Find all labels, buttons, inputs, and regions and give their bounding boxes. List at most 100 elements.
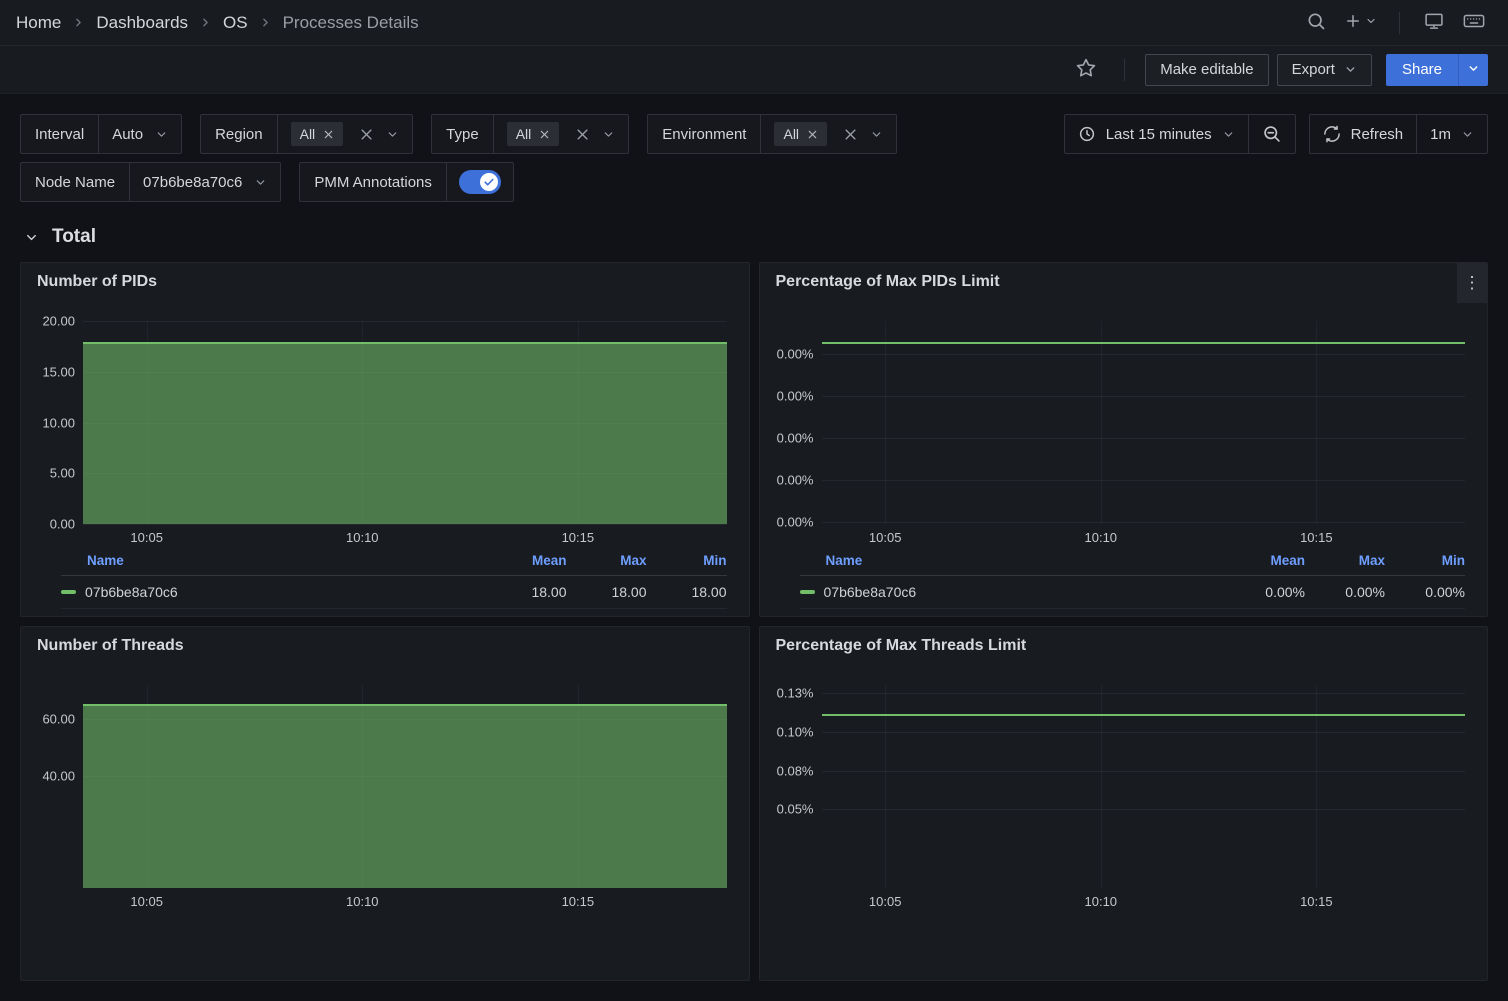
legend-value-max: 0.00%	[1305, 584, 1385, 600]
chart-plot-area[interactable]	[822, 321, 1466, 524]
close-icon[interactable]	[539, 129, 550, 140]
legend-col-mean[interactable]: Mean	[1225, 553, 1305, 568]
region-select[interactable]: All	[278, 115, 413, 153]
series-07b6be8a70c6	[822, 714, 1466, 716]
chevron-down-icon	[1365, 15, 1377, 30]
y-tick-label: 0.05%	[777, 802, 814, 817]
breadcrumb-current-page: Processes Details	[283, 13, 419, 33]
search-button[interactable]	[1298, 5, 1334, 41]
monitor-icon	[1424, 11, 1444, 34]
breadcrumb-home[interactable]: Home	[16, 13, 61, 33]
tv-mode-button[interactable]	[1416, 5, 1452, 41]
x-tick-label: 10:10	[346, 894, 379, 909]
series-07b6be8a70c6	[822, 342, 1466, 344]
kebab-icon: ⋮	[1464, 273, 1481, 293]
series-name[interactable]: 07b6be8a70c6	[85, 584, 178, 600]
panel-percentage-of-max-pids-limit: Percentage of Max PIDs Limit⋮0.00%0.00%0…	[759, 262, 1489, 617]
interval-select[interactable]: Auto	[99, 115, 181, 153]
chart-plot-area[interactable]	[83, 321, 727, 524]
y-tick-label: 0.08%	[777, 763, 814, 778]
clock-icon	[1078, 125, 1096, 143]
y-axis: 0.13%0.10%0.08%0.05%	[760, 685, 814, 888]
interval-value: Auto	[112, 126, 143, 143]
region-control: Region All	[200, 114, 413, 154]
x-tick-label: 10:15	[1300, 530, 1333, 545]
chevron-down-icon	[24, 230, 39, 245]
add-button[interactable]	[1338, 5, 1383, 41]
legend-col-min[interactable]: Min	[1385, 553, 1465, 568]
y-tick-label: 0.10%	[777, 724, 814, 739]
refresh-interval-select[interactable]: 1m	[1416, 115, 1487, 153]
environment-select[interactable]: All	[761, 115, 896, 153]
make-editable-button[interactable]: Make editable	[1145, 54, 1268, 86]
keyboard-shortcuts-button[interactable]	[1456, 5, 1492, 41]
refresh-label: Refresh	[1351, 126, 1404, 143]
panel-title[interactable]: Number of Threads	[37, 637, 184, 655]
toggle-check-icon	[480, 173, 498, 191]
close-icon[interactable]	[323, 129, 334, 140]
time-picker-group: Last 15 minutes	[1064, 114, 1296, 154]
x-tick-label: 10:10	[346, 530, 379, 545]
environment-control: Environment All	[647, 114, 897, 154]
chevron-down-icon	[1222, 128, 1235, 141]
pmm-annotations-toggle[interactable]	[459, 170, 501, 194]
series-swatch	[61, 590, 76, 594]
type-clear-button[interactable]	[575, 127, 590, 142]
region-chip-all[interactable]: All	[291, 122, 344, 146]
panel-number-of-pids: Number of PIDs20.0015.0010.005.000.0010:…	[20, 262, 750, 617]
share-dropdown-button[interactable]	[1458, 54, 1488, 86]
breadcrumb-dashboards[interactable]: Dashboards	[96, 13, 188, 33]
y-tick-label: 0.00%	[777, 472, 814, 487]
x-tick-label: 10:05	[869, 894, 902, 909]
environment-chip-all[interactable]: All	[774, 122, 827, 146]
region-clear-button[interactable]	[359, 127, 374, 142]
chevron-down-icon	[155, 128, 168, 141]
x-tick-label: 10:15	[562, 894, 595, 909]
panel-menu-button[interactable]: ⋮	[1457, 263, 1487, 303]
filters-row-2: Node Name 07b6be8a70c6 PMM Annotations	[20, 162, 1488, 202]
region-chip-label: All	[300, 126, 316, 142]
panel-title[interactable]: Number of PIDs	[37, 273, 157, 291]
pmm-annotations-label: PMM Annotations	[300, 163, 447, 201]
legend-col-mean[interactable]: Mean	[487, 553, 567, 568]
legend-col-min[interactable]: Min	[647, 553, 727, 568]
chevron-down-icon	[1461, 128, 1474, 141]
export-button[interactable]: Export	[1277, 54, 1372, 86]
node-name-select[interactable]: 07b6be8a70c6	[130, 163, 280, 201]
chart-plot-area[interactable]	[83, 685, 727, 888]
y-tick-label: 5.00	[50, 466, 75, 481]
section-row-total[interactable]: Total	[24, 226, 1488, 248]
x-tick-label: 10:10	[1084, 894, 1117, 909]
share-button-group: Share	[1386, 54, 1488, 86]
y-tick-label: 0.00%	[777, 388, 814, 403]
type-label: Type	[432, 115, 494, 153]
series-name[interactable]: 07b6be8a70c6	[824, 584, 917, 600]
legend-col-name[interactable]: Name	[800, 553, 1226, 568]
legend-col-max[interactable]: Max	[1305, 553, 1385, 568]
node-name-value: 07b6be8a70c6	[143, 174, 242, 191]
refresh-button[interactable]: Refresh	[1310, 115, 1417, 153]
favorite-button[interactable]	[1068, 52, 1104, 88]
legend-col-name[interactable]: Name	[61, 553, 487, 568]
type-select[interactable]: All	[494, 115, 629, 153]
legend-col-max[interactable]: Max	[567, 553, 647, 568]
environment-clear-button[interactable]	[843, 127, 858, 142]
close-icon[interactable]	[807, 129, 818, 140]
share-button[interactable]: Share	[1386, 54, 1458, 86]
time-range-picker[interactable]: Last 15 minutes	[1065, 115, 1248, 153]
breadcrumb-os[interactable]: OS	[223, 13, 248, 33]
star-icon	[1075, 57, 1097, 82]
x-tick-label: 10:15	[562, 530, 595, 545]
legend-value-min: 0.00%	[1385, 584, 1465, 600]
refresh-interval-value: 1m	[1430, 126, 1451, 143]
type-chip-all[interactable]: All	[507, 122, 560, 146]
chart-plot-area[interactable]	[822, 685, 1466, 888]
panel-title[interactable]: Percentage of Max Threads Limit	[776, 637, 1027, 655]
zoom-out-button[interactable]	[1248, 115, 1295, 153]
panel-title[interactable]: Percentage of Max PIDs Limit	[776, 273, 1000, 291]
legend-row: 07b6be8a70c618.0018.0018.00	[61, 576, 727, 609]
export-button-label: Export	[1292, 61, 1335, 78]
type-chip-label: All	[516, 126, 532, 142]
top-nav-bar: Home Dashboards OS Processes Details	[0, 0, 1508, 46]
pmm-annotations-control: PMM Annotations	[299, 162, 514, 202]
